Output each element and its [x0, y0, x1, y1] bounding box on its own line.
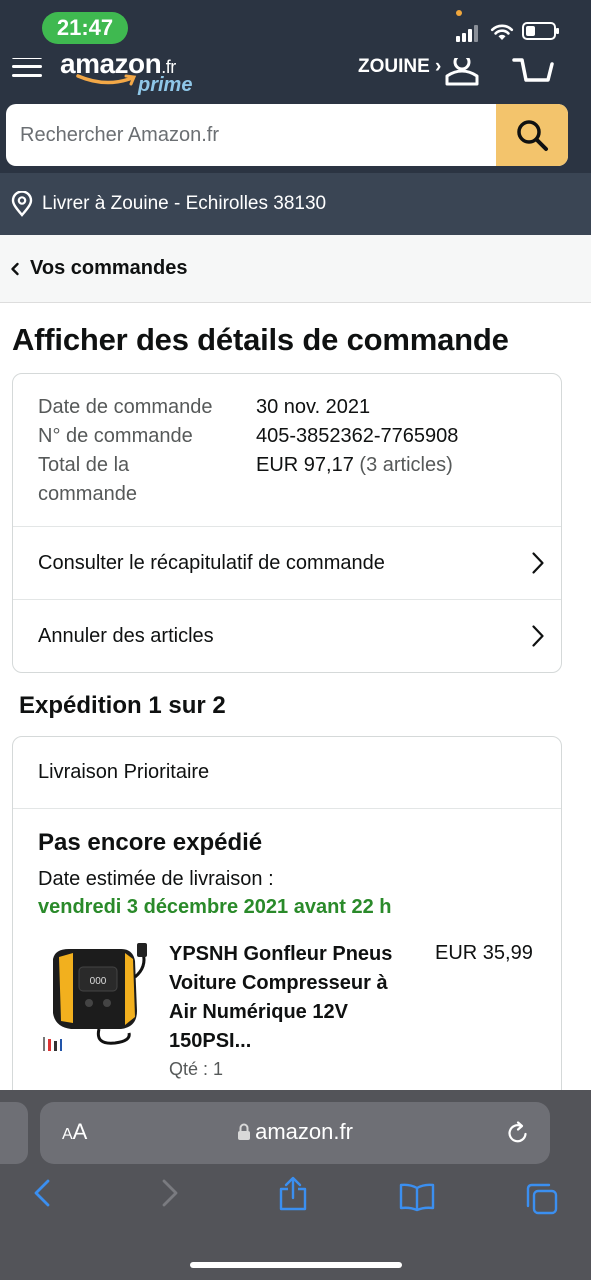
order-number-value: 405-3852362-7765908 [256, 425, 459, 447]
chevron-left-icon [11, 262, 19, 275]
search-button[interactable] [496, 104, 568, 166]
bookmarks-icon[interactable] [398, 1182, 436, 1212]
share-icon[interactable] [278, 1176, 308, 1212]
prime-label: prime [138, 74, 193, 96]
chevron-right-icon [532, 625, 544, 647]
order-total-row: Total de la commande EUR 97,17 (3 articl… [38, 451, 538, 509]
shipment-heading: Expédition 1 sur 2 [19, 692, 226, 719]
order-total-amount: EUR 97,17 [256, 454, 354, 476]
cancel-items-label: Annuler des articles [38, 624, 214, 647]
search-input[interactable] [6, 104, 496, 166]
cellular-signal-icon [456, 24, 482, 42]
estimated-delivery-label: Date estimée de livraison : [38, 868, 274, 890]
shipment-card: Livraison Prioritaire Pas encore expédié… [12, 736, 562, 1116]
chevron-right-icon [532, 552, 544, 574]
estimated-delivery-date: vendredi 3 décembre 2021 avant 22 h [38, 896, 392, 918]
page-title: Afficher des détails de commande [12, 322, 509, 357]
order-summary: Date de commande 30 nov. 2021 N° de comm… [38, 393, 538, 509]
deliver-to-bar[interactable]: Livrer à Zouine - Echirolles 38130 [0, 173, 591, 235]
status-time: 21:47 [42, 12, 128, 44]
cancel-items-link[interactable]: Annuler des articles [13, 599, 561, 672]
battery-icon [522, 22, 559, 40]
view-order-summary-link[interactable]: Consulter le récapitulatif de commande [13, 526, 561, 599]
previous-tab-preview[interactable] [0, 1102, 28, 1164]
order-date-value: 30 nov. 2021 [256, 396, 371, 418]
status-bar: 21:47 [0, 0, 591, 58]
tabs-icon[interactable] [524, 1182, 560, 1216]
shipment-status: Pas encore expédié [38, 829, 263, 856]
order-item-count: (3 articles) [359, 454, 453, 476]
account-link[interactable]: ZOUINE › [358, 58, 441, 78]
url-text: amazon.fr [255, 1119, 353, 1144]
product-image[interactable]: 000 [39, 937, 151, 1057]
order-number-row: N° de commande 405-3852362-7765908 [38, 422, 538, 451]
menu-icon[interactable] [12, 58, 42, 82]
home-indicator[interactable] [190, 1262, 402, 1268]
product-quantity: Qté : 1 [169, 1059, 224, 1079]
shipping-method: Livraison Prioritaire [13, 737, 561, 809]
deliver-to-text: Livrer à Zouine - Echirolles 38130 [42, 193, 327, 214]
product-price: EUR 35,99 [435, 942, 533, 964]
back-arrow-icon[interactable] [32, 1178, 52, 1208]
account-user-icon[interactable] [444, 58, 480, 86]
wifi-icon [490, 24, 514, 40]
amazon-header: amazon.fr prime ZOUINE › [0, 58, 591, 173]
cart-icon[interactable] [512, 58, 556, 88]
product-title-link[interactable]: YPSNH Gonfleur Pneus Voiture Compresseur… [169, 940, 419, 1056]
order-total-value: EUR 97,17 (3 articles) [256, 451, 453, 509]
order-number-label: N° de commande [38, 425, 193, 447]
reload-icon[interactable] [506, 1120, 530, 1146]
url-display[interactable]: amazon.fr [40, 1119, 550, 1145]
logo-smile-icon [76, 74, 137, 86]
address-bar[interactable]: AA amazon.fr [40, 1102, 550, 1164]
privacy-indicator-dot [456, 10, 462, 16]
view-order-summary-label: Consulter le récapitulatif de commande [38, 551, 385, 574]
forward-arrow-icon[interactable] [160, 1178, 180, 1208]
order-date-label: Date de commande [38, 396, 213, 418]
search-icon [517, 120, 548, 151]
order-total-label: Total de la commande [38, 454, 137, 505]
order-date-row: Date de commande 30 nov. 2021 [38, 393, 538, 422]
browser-toolbar: AA amazon.fr [0, 1090, 591, 1280]
lock-icon [238, 1123, 251, 1140]
back-to-orders-link[interactable]: Vos commandes [30, 257, 187, 280]
order-info-card: Date de commande 30 nov. 2021 N° de comm… [12, 373, 562, 673]
search-bar [6, 104, 568, 166]
location-pin-icon [11, 191, 33, 217]
svg-text:000: 000 [90, 976, 107, 987]
breadcrumb[interactable]: Vos commandes [0, 235, 591, 303]
